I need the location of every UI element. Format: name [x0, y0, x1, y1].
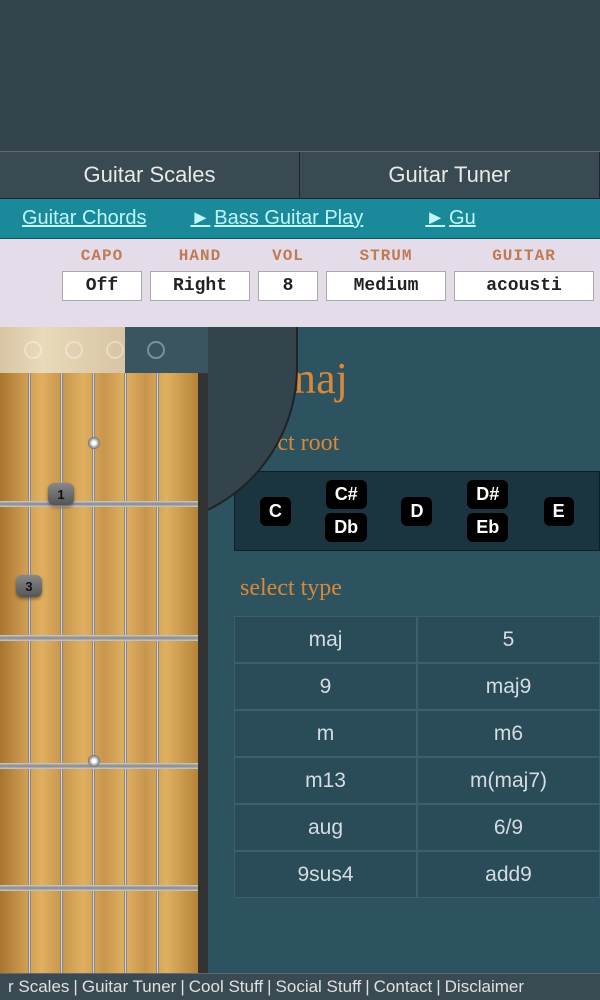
footer-link[interactable]: Disclaimer — [441, 977, 528, 997]
root-note-D[interactable]: D — [389, 497, 446, 526]
guitar-label: GUITAR — [492, 247, 556, 265]
fret-inlay — [88, 755, 100, 767]
string[interactable] — [156, 373, 159, 973]
strum-label: STRUM — [359, 247, 412, 265]
tab-guitar-scales[interactable]: Guitar Scales — [0, 152, 300, 198]
fret-wire — [0, 885, 200, 891]
type-row: aug6/9 — [234, 804, 600, 851]
note-pill: Eb — [467, 513, 508, 542]
string[interactable] — [92, 373, 95, 973]
strum-select[interactable]: Medium — [326, 271, 446, 301]
open-string-dot — [24, 341, 42, 359]
vol-label: VOL — [272, 247, 304, 265]
control-guitar: GUITAR acousti — [454, 247, 594, 319]
type-row: m13m(maj7) — [234, 757, 600, 804]
header-spacer — [0, 0, 600, 151]
root-note-Csharp[interactable]: C# Db — [318, 480, 375, 542]
type-row: 9sus4add9 — [234, 851, 600, 898]
control-strip: CAPO Off HAND Right VOL 8 STRUM Medium G… — [0, 239, 600, 327]
guitar-select[interactable]: acousti — [454, 271, 594, 301]
type-row: maj5 — [234, 616, 600, 663]
root-note-C[interactable]: C — [247, 497, 304, 526]
chord-type-5[interactable]: 5 — [417, 616, 600, 663]
open-string-dot — [147, 341, 165, 359]
hand-label: HAND — [179, 247, 221, 265]
note-pill: C — [260, 497, 291, 526]
nut — [0, 327, 208, 373]
main-area: 1 3 E maj select root C C# Db D D# Eb E select… — [0, 327, 600, 973]
vol-select[interactable]: 8 — [258, 271, 318, 301]
fretboard[interactable]: 1 3 — [0, 327, 208, 973]
play-icon: ► — [425, 207, 445, 229]
string[interactable] — [28, 373, 31, 973]
chord-type-m13[interactable]: m13 — [234, 757, 417, 804]
chord-type-m[interactable]: m — [234, 710, 417, 757]
type-row: 9maj9 — [234, 663, 600, 710]
select-type-label: select type — [240, 575, 600, 602]
fret-wire — [0, 763, 200, 769]
type-row: mm6 — [234, 710, 600, 757]
chord-type-maj9[interactable]: maj9 — [417, 663, 600, 710]
open-string-dot — [65, 341, 83, 359]
sub-tabs: Guitar Chords ►Bass Guitar Play ►Gu — [0, 199, 600, 239]
note-pill: C# — [326, 480, 367, 509]
fret-inlay — [88, 437, 100, 449]
subtab-guitar-chords[interactable]: Guitar Chords — [0, 207, 169, 230]
fret-wire — [0, 635, 200, 641]
string[interactable] — [124, 373, 127, 973]
capo-label: CAPO — [81, 247, 123, 265]
root-selector: C C# Db D D# Eb E — [234, 471, 600, 551]
tab-guitar-tuner[interactable]: Guitar Tuner — [300, 152, 600, 198]
control-capo: CAPO Off — [62, 247, 142, 319]
subtab-partial-label: Gu — [449, 207, 476, 229]
type-selector: maj59maj9mm6m13m(maj7)aug6/99sus4add9 — [234, 616, 600, 898]
footer-link[interactable]: Social Stuff — [272, 977, 366, 997]
select-root-label: select root — [240, 430, 600, 457]
root-note-E[interactable]: E — [530, 497, 587, 526]
capo-select[interactable]: Off — [62, 271, 142, 301]
fret-wire — [0, 501, 200, 507]
chord-type-add9[interactable]: add9 — [417, 851, 600, 898]
root-note-Dsharp[interactable]: D# Eb — [459, 480, 516, 542]
note-pill: D — [401, 497, 432, 526]
hand-select[interactable]: Right — [150, 271, 250, 301]
string[interactable] — [60, 373, 63, 973]
chord-type-aug[interactable]: aug — [234, 804, 417, 851]
main-tabs: Guitar Scales Guitar Tuner — [0, 151, 600, 199]
finger-marker-3[interactable]: 3 — [16, 575, 42, 597]
subtab-bass-label: Bass Guitar Play — [214, 207, 363, 229]
note-pill: Db — [325, 513, 367, 542]
footer-link[interactable]: Cool Stuff — [185, 977, 267, 997]
subtab-bass-guitar-play[interactable]: ►Bass Guitar Play — [169, 207, 386, 230]
footer-link[interactable]: r Scales — [4, 977, 73, 997]
footer-link[interactable]: Guitar Tuner — [78, 977, 181, 997]
chord-type-69[interactable]: 6/9 — [417, 804, 600, 851]
chord-type-m6[interactable]: m6 — [417, 710, 600, 757]
finger-marker-1[interactable]: 1 — [48, 483, 74, 505]
chord-type-maj[interactable]: maj — [234, 616, 417, 663]
chord-type-mmaj7[interactable]: m(maj7) — [417, 757, 600, 804]
open-string-dot — [106, 341, 124, 359]
chord-panel: E maj select root C C# Db D D# Eb E select typ… — [208, 327, 600, 973]
subtab-partial[interactable]: ►Gu — [385, 207, 497, 230]
chord-type-9[interactable]: 9 — [234, 663, 417, 710]
chord-type-9sus4[interactable]: 9sus4 — [234, 851, 417, 898]
play-icon: ► — [191, 207, 211, 229]
control-vol: VOL 8 — [258, 247, 318, 319]
footer-link[interactable]: Contact — [370, 977, 437, 997]
footer-links: r Scales | Guitar Tuner | Cool Stuff | S… — [0, 973, 600, 1000]
fretboard-wood: 1 3 — [0, 373, 208, 973]
note-pill: E — [544, 497, 574, 526]
control-strum: STRUM Medium — [326, 247, 446, 319]
note-pill: D# — [467, 480, 508, 509]
control-hand: HAND Right — [150, 247, 250, 319]
